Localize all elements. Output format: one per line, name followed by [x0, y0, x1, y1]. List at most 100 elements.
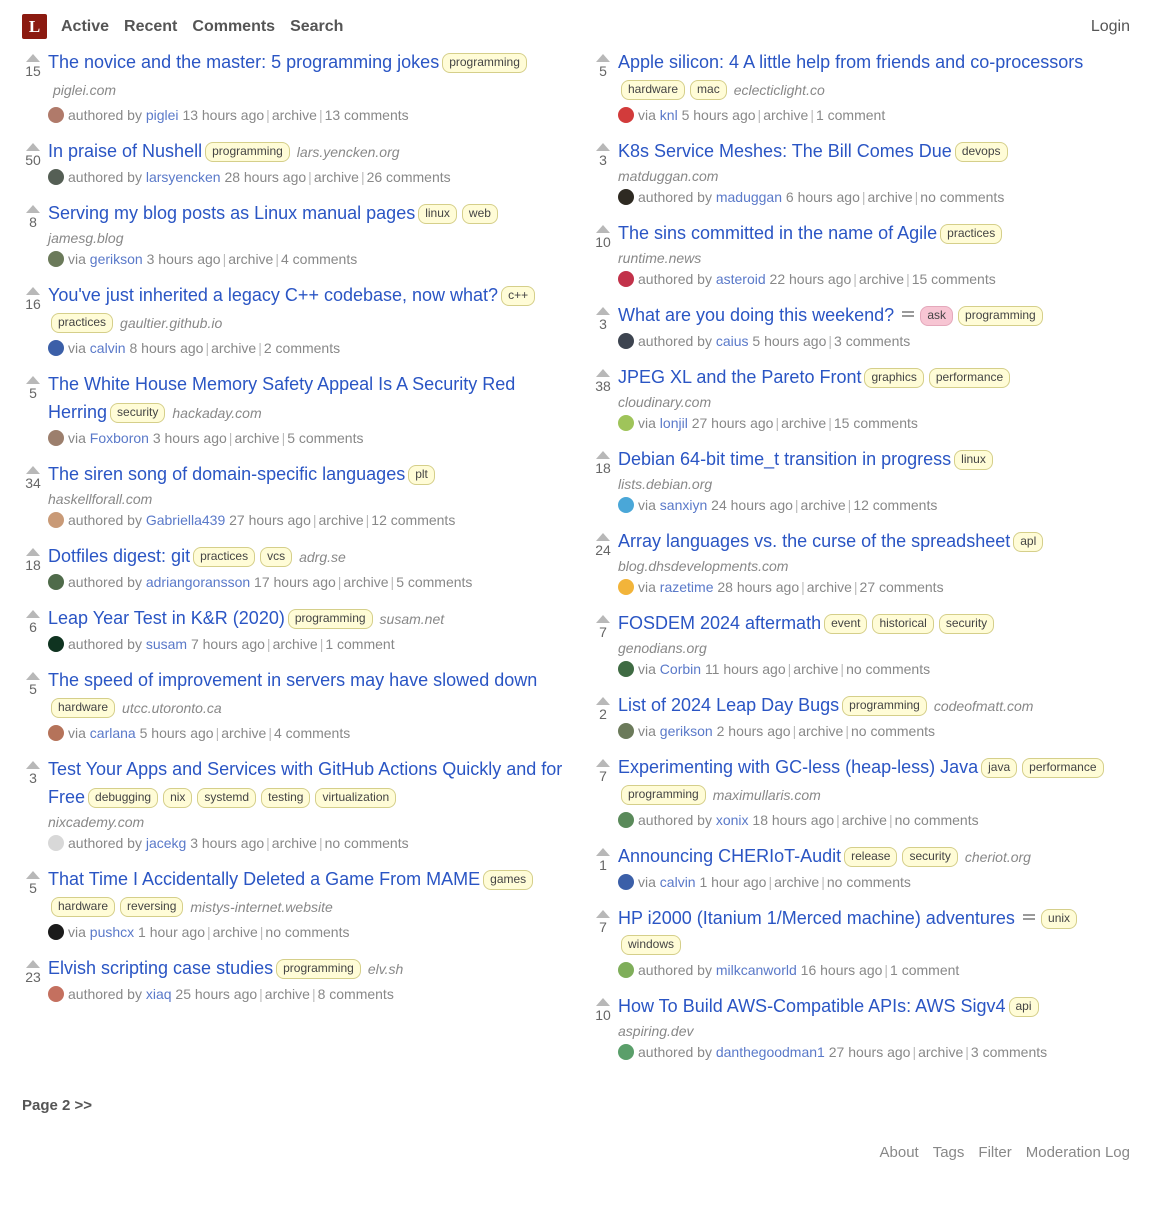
upvote-arrow-icon[interactable]: [596, 848, 610, 856]
archive-link[interactable]: archive: [763, 107, 808, 123]
archive-link[interactable]: archive: [807, 579, 852, 595]
story-domain[interactable]: piglei.com: [53, 82, 116, 98]
comments-link[interactable]: no comments: [827, 874, 911, 890]
author-link[interactable]: milkcanworld: [716, 962, 797, 978]
tag-programming[interactable]: programming: [621, 785, 706, 805]
tag-security[interactable]: security: [110, 403, 166, 423]
comments-link[interactable]: no comments: [851, 723, 935, 739]
tag-programming[interactable]: programming: [205, 142, 290, 162]
author-link[interactable]: adriangoransson: [146, 574, 250, 590]
archive-link[interactable]: archive: [868, 189, 913, 205]
upvote-arrow-icon[interactable]: [596, 615, 610, 623]
author-link[interactable]: carlana: [90, 725, 136, 741]
tag-unix[interactable]: unix: [1041, 909, 1078, 929]
story-title-link[interactable]: You've just inherited a legacy C++ codeb…: [48, 285, 498, 305]
story-domain[interactable]: lists.debian.org: [618, 474, 1134, 494]
story-domain[interactable]: blog.dhsdevelopments.com: [618, 556, 1134, 576]
archive-link[interactable]: archive: [314, 169, 359, 185]
upvote-arrow-icon[interactable]: [26, 466, 40, 474]
author-link[interactable]: xonix: [716, 812, 749, 828]
comments-link[interactable]: 8 comments: [318, 986, 394, 1002]
story-domain[interactable]: haskellforall.com: [48, 489, 564, 509]
archive-link[interactable]: archive: [801, 497, 846, 513]
tag-release[interactable]: release: [844, 847, 898, 867]
author-link[interactable]: susam: [146, 636, 187, 652]
story-title-link[interactable]: K8s Service Meshes: The Bill Comes Due: [618, 141, 952, 161]
comments-link[interactable]: 12 comments: [853, 497, 937, 513]
upvote-arrow-icon[interactable]: [26, 672, 40, 680]
story-domain[interactable]: lars.yencken.org: [297, 144, 400, 160]
story-domain[interactable]: elv.sh: [368, 961, 404, 977]
story-title-link[interactable]: The novice and the master: 5 programming…: [48, 52, 439, 72]
upvote-arrow-icon[interactable]: [596, 697, 610, 705]
story-domain[interactable]: adrg.se: [299, 549, 346, 565]
story-title-link[interactable]: What are you doing this weekend?: [618, 305, 894, 325]
story-title-link[interactable]: Serving my blog posts as Linux manual pa…: [48, 203, 415, 223]
tag-windows[interactable]: windows: [621, 935, 682, 955]
comments-link[interactable]: no comments: [920, 189, 1004, 205]
story-domain[interactable]: susam.net: [380, 611, 445, 627]
story-domain[interactable]: utcc.utoronto.ca: [122, 700, 222, 716]
author-link[interactable]: gerikson: [660, 723, 713, 739]
archive-link[interactable]: archive: [272, 107, 317, 123]
upvote-arrow-icon[interactable]: [596, 369, 610, 377]
author-link[interactable]: Gabriella439: [146, 512, 225, 528]
archive-link[interactable]: archive: [213, 924, 258, 940]
tag-practices[interactable]: practices: [193, 547, 256, 567]
author-link[interactable]: asteroid: [716, 271, 766, 287]
tag-web[interactable]: web: [461, 204, 498, 224]
tag-reversing[interactable]: reversing: [120, 897, 184, 917]
archive-link[interactable]: archive: [228, 251, 273, 267]
story-domain[interactable]: eclecticlight.co: [734, 82, 825, 98]
footer-link-moderation-log[interactable]: Moderation Log: [1026, 1144, 1130, 1161]
next-page-link[interactable]: Page 2 >>: [22, 1097, 92, 1114]
story-title-link[interactable]: Array languages vs. the curse of the spr…: [618, 531, 1010, 551]
upvote-arrow-icon[interactable]: [596, 54, 610, 62]
author-link[interactable]: gerikson: [90, 251, 143, 267]
archive-link[interactable]: archive: [343, 574, 388, 590]
tag-devops[interactable]: devops: [954, 142, 1008, 162]
story-title-link[interactable]: HP i2000 (Itanium 1/Merced machine) adve…: [618, 908, 1015, 928]
comments-link[interactable]: 1 comment: [325, 636, 394, 652]
comments-link[interactable]: 12 comments: [371, 512, 455, 528]
tag-plt[interactable]: plt: [408, 465, 435, 485]
story-domain[interactable]: mistys-internet.website: [190, 899, 332, 915]
nav-item-comments[interactable]: Comments: [192, 18, 275, 36]
tag-programming[interactable]: programming: [442, 53, 527, 73]
story-title-link[interactable]: In praise of Nushell: [48, 141, 202, 161]
tag-linux[interactable]: linux: [954, 450, 993, 470]
tag-practices[interactable]: practices: [51, 313, 114, 333]
comments-link[interactable]: 3 comments: [834, 333, 910, 349]
tag-security[interactable]: security: [902, 847, 958, 867]
archive-link[interactable]: archive: [781, 415, 826, 431]
upvote-arrow-icon[interactable]: [596, 451, 610, 459]
upvote-arrow-icon[interactable]: [26, 610, 40, 618]
story-title-link[interactable]: Leap Year Test in K&R (2020): [48, 608, 285, 628]
footer-link-about[interactable]: About: [880, 1144, 919, 1161]
comments-link[interactable]: 5 comments: [396, 574, 472, 590]
author-link[interactable]: larsyencken: [146, 169, 221, 185]
story-domain[interactable]: hackaday.com: [172, 405, 261, 421]
story-title-link[interactable]: The sins committed in the name of Agile: [618, 223, 937, 243]
tag-programming[interactable]: programming: [958, 306, 1043, 326]
archive-link[interactable]: archive: [265, 986, 310, 1002]
upvote-arrow-icon[interactable]: [26, 871, 40, 879]
author-link[interactable]: piglei: [146, 107, 179, 123]
story-title-link[interactable]: Elvish scripting case studies: [48, 958, 273, 978]
tag-performance[interactable]: performance: [1022, 758, 1104, 778]
story-domain[interactable]: genodians.org: [618, 638, 1134, 658]
comments-link[interactable]: 1 comment: [816, 107, 885, 123]
tag-hardware[interactable]: hardware: [51, 897, 116, 917]
archive-link[interactable]: archive: [798, 723, 843, 739]
tag-hardware[interactable]: hardware: [51, 698, 116, 718]
tag-performance[interactable]: performance: [928, 368, 1011, 388]
tag-games[interactable]: games: [483, 870, 534, 890]
tag-event[interactable]: event: [824, 614, 868, 634]
tag-systemd[interactable]: systemd: [197, 788, 257, 808]
archive-link[interactable]: archive: [234, 430, 279, 446]
upvote-arrow-icon[interactable]: [26, 548, 40, 556]
tag-debugging[interactable]: debugging: [88, 788, 159, 808]
comments-link[interactable]: 4 comments: [274, 725, 350, 741]
comments-link[interactable]: 4 comments: [281, 251, 357, 267]
story-title-link[interactable]: List of 2024 Leap Day Bugs: [618, 695, 839, 715]
